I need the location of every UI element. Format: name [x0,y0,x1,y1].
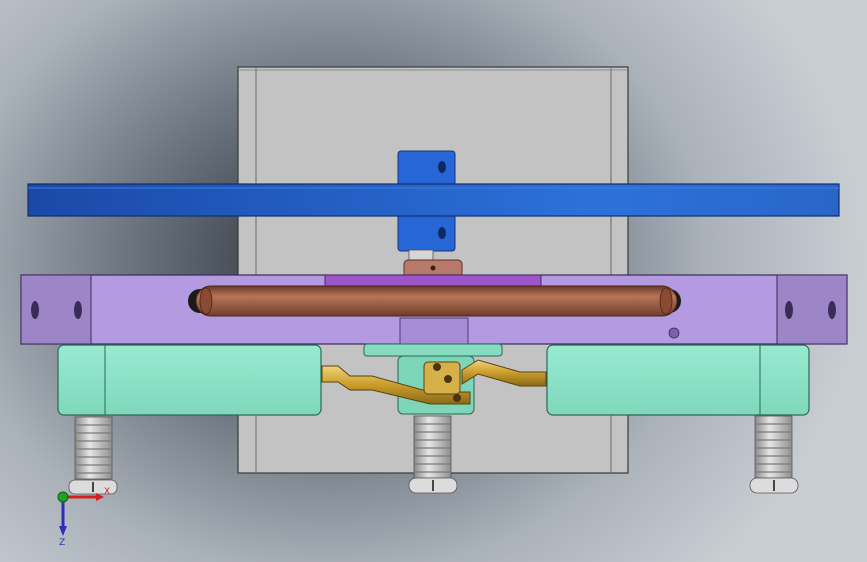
coordinate-triad[interactable]: X Z [57,487,110,548]
green-block-left[interactable] [57,344,322,416]
screw-center[interactable] [408,415,458,494]
green-block-right[interactable] [546,344,810,416]
copper-tube[interactable] [188,285,681,317]
screw-left[interactable] [68,416,118,495]
blue-bar[interactable] [27,183,840,217]
z-axis-label: Z [59,538,65,548]
y-axis-dot [57,491,69,503]
x-axis-label: X [104,487,110,497]
cad-viewport[interactable]: X Z [0,0,867,562]
screw-right[interactable] [749,415,799,494]
assembly-model[interactable]: X Z [0,0,867,562]
